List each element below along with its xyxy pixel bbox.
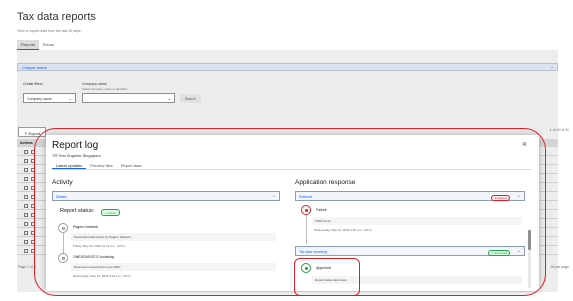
company-name-label: Company name — [82, 82, 107, 86]
collapse-search-bar[interactable]: Collapse search ^ — [17, 63, 558, 71]
actions-column-header: Actions — [20, 141, 33, 145]
results-info: 1 to 10 of 11 — [549, 128, 569, 132]
view-icon[interactable] — [24, 204, 28, 208]
annotation-outline-modal — [34, 128, 546, 296]
collapse-search-label: Collapse search — [22, 65, 48, 70]
view-icon[interactable] — [24, 186, 28, 190]
company-name-select[interactable]: ⌄ — [82, 93, 175, 103]
filter-select[interactable]: Company name ⌄ — [23, 93, 76, 103]
search-button[interactable]: Search — [180, 94, 202, 103]
chevron-up-icon: ^ — [551, 65, 553, 70]
company-name-help: Select company name to add filter. — [82, 87, 129, 91]
tab-errors[interactable]: Errors — [39, 40, 58, 50]
view-icon[interactable] — [24, 231, 28, 235]
view-icon[interactable] — [24, 195, 28, 199]
view-icon[interactable] — [24, 249, 28, 253]
page-subtitle: View or export data from the last 30 day… — [17, 29, 82, 33]
create-filters-label: Create filters — [23, 82, 43, 86]
chevron-down-icon: ⌄ — [68, 96, 72, 101]
view-icon[interactable] — [24, 150, 28, 154]
view-icon[interactable] — [24, 168, 28, 172]
view-icon[interactable] — [24, 177, 28, 181]
pagination-per-page[interactable]: 10 per page — [550, 265, 569, 269]
view-icon[interactable] — [24, 159, 28, 163]
view-icon[interactable] — [24, 213, 28, 217]
tab-reports[interactable]: Reports — [17, 40, 40, 50]
page-title: Tax data reports — [17, 11, 96, 23]
chevron-down-icon: ⌄ — [167, 96, 171, 101]
filter-select-value: Company name — [27, 97, 52, 101]
view-icon[interactable] — [24, 240, 28, 244]
view-icon[interactable] — [24, 222, 28, 226]
page-tabs: Reports Errors — [17, 40, 58, 50]
annotation-outline-approved — [294, 258, 360, 296]
